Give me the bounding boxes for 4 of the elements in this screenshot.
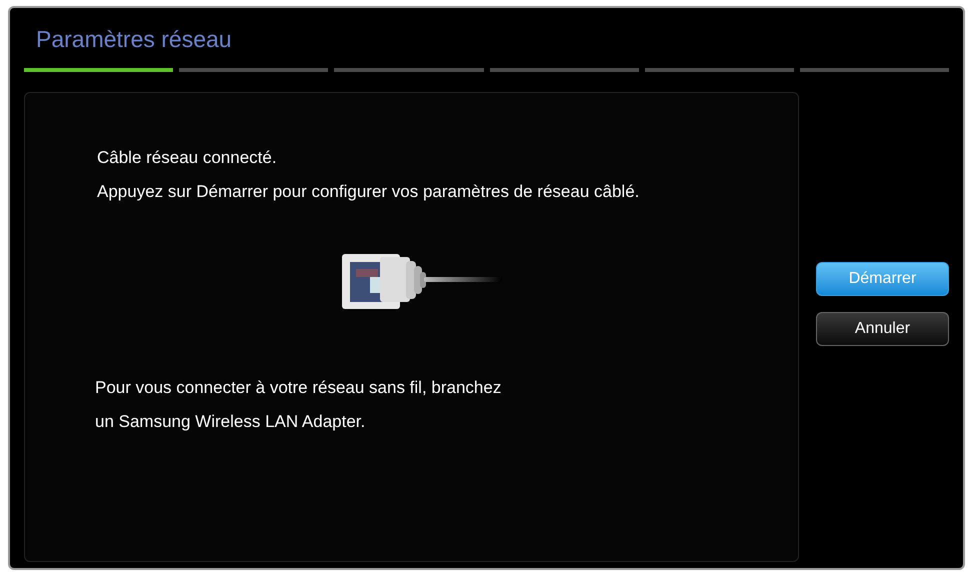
wireless-hint: Pour vous connecter à votre réseau sans fil, branchez un Samsung Wireless LAN Adapter. bbox=[94, 377, 502, 433]
dialog-button[interactable]: Annuler bbox=[816, 312, 949, 346]
status-message: Câble réseau connecté. Appuyez sur Démarrer pour configurer vos paramètres de réseau câblé. bbox=[96, 147, 640, 203]
window-title: Paramètres réseau bbox=[35, 25, 233, 54]
